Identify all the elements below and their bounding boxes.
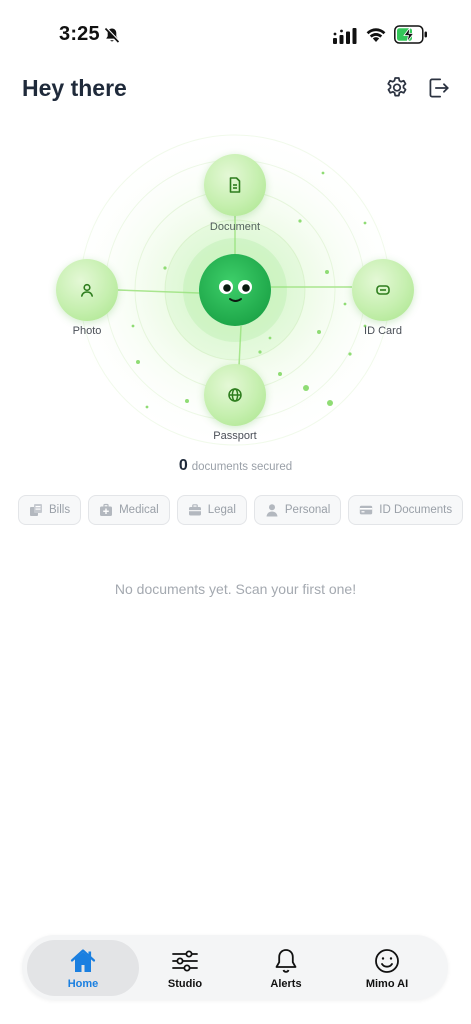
cellular-signal-icon <box>333 28 357 44</box>
category-filters: Bills Medical Legal Personal ID Document… <box>18 495 464 525</box>
filter-chip-legal[interactable]: Legal <box>176 495 247 525</box>
tab-mimo-ai[interactable]: Mimo AI <box>331 940 443 996</box>
wifi-icon <box>366 28 386 42</box>
document-icon <box>229 177 241 193</box>
node-passport-label: Passport <box>213 430 257 442</box>
document-type-orbit: Document Photo ID Card Passport <box>0 130 471 450</box>
gear-icon <box>387 77 407 97</box>
person-icon <box>81 283 93 297</box>
tab-home-label: Home <box>67 977 99 990</box>
tab-studio[interactable]: Studio <box>129 940 241 996</box>
mascot-avatar[interactable] <box>199 254 271 326</box>
tab-home[interactable]: Home <box>27 940 139 996</box>
filter-chip-id-documents[interactable]: ID Documents <box>348 495 464 525</box>
empty-state-message: No documents yet. Scan your first one! <box>114 581 357 597</box>
smiley-icon <box>375 948 399 973</box>
battery-charging-icon <box>394 25 427 44</box>
status-time: 3:25 <box>59 23 100 45</box>
id-card-icon <box>376 285 390 295</box>
filter-chip-label: ID Documents <box>379 504 453 516</box>
home-icon <box>70 948 96 972</box>
documents-secured-summary: 0 documents secured <box>0 457 471 475</box>
bottom-tab-bar: Home Studio Alerts Mimo AI <box>22 935 448 1000</box>
bell-icon <box>275 948 297 973</box>
card-icon <box>360 505 373 515</box>
filter-chip-medical[interactable]: Medical <box>88 495 170 525</box>
person-icon <box>266 504 278 517</box>
filter-chip-label: Legal <box>207 504 236 516</box>
tab-mimo-ai-label: Mimo AI <box>365 977 409 990</box>
filter-chip-label: Medical <box>119 504 159 516</box>
status-bar: 3:25 <box>0 0 471 70</box>
documents-count-label: documents secured <box>191 461 293 473</box>
tab-studio-label: Studio <box>167 977 203 990</box>
medical-kit-icon <box>100 503 113 516</box>
node-id-card[interactable] <box>352 259 414 321</box>
globe-icon <box>228 388 242 402</box>
node-document[interactable] <box>204 154 266 216</box>
page-title: Hey there <box>22 75 127 101</box>
filter-chip-label: Personal <box>284 504 331 516</box>
mascot-face-icon <box>219 280 252 302</box>
receipt-icon <box>30 504 42 516</box>
node-photo-label: Photo <box>72 325 102 337</box>
node-document-label: Document <box>209 221 261 233</box>
tab-alerts[interactable]: Alerts <box>230 940 342 996</box>
node-passport[interactable] <box>204 364 266 426</box>
tab-alerts-label: Alerts <box>270 977 302 990</box>
briefcase-icon <box>188 504 201 516</box>
settings-button[interactable] <box>384 75 410 101</box>
documents-count: 0 <box>178 457 188 474</box>
sliders-icon <box>172 950 198 971</box>
logout-icon <box>429 78 449 98</box>
filter-chip-bills[interactable]: Bills <box>18 495 82 525</box>
node-photo[interactable] <box>56 259 118 321</box>
filter-chip-label: Bills <box>49 504 71 516</box>
node-id-card-label: ID Card <box>364 325 402 337</box>
filter-chip-personal[interactable]: Personal <box>253 495 342 525</box>
bell-off-icon <box>104 27 120 43</box>
logout-button[interactable] <box>425 75 451 101</box>
